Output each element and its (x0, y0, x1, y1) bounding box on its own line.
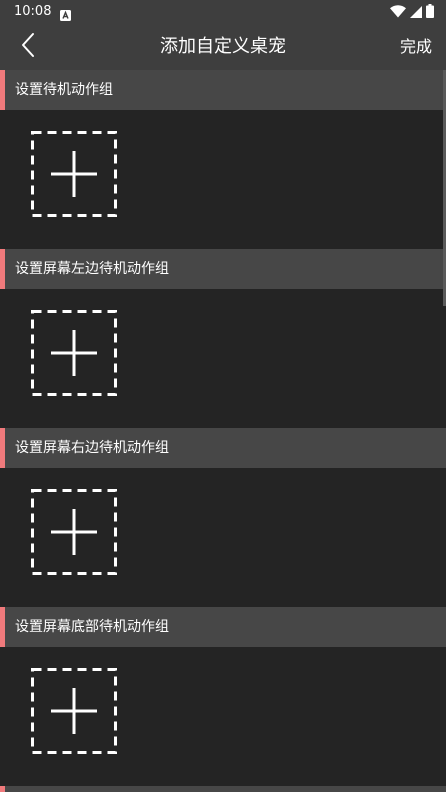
plus-icon (31, 131, 117, 217)
section-header: 设置待机动作组 (0, 70, 446, 110)
notification-a-icon (60, 6, 71, 21)
wifi-icon (390, 3, 406, 22)
section-accent-bar (0, 249, 5, 289)
section-body (0, 110, 446, 249)
section-accent-bar (0, 607, 5, 647)
screen-bottom-idle-section: 设置屏幕底部待机动作组 (0, 607, 446, 786)
section-body (0, 289, 446, 428)
content-scroll-area[interactable]: 设置待机动作组 设置屏幕左边待机动作组 设置屏幕右边待机动作组 设置屏幕底部待机… (0, 70, 446, 792)
signal-icon (410, 3, 422, 22)
app-bar: 添加自定义桌宠 完成 (0, 24, 446, 70)
section-header: 设置屏幕左边待机动作组 (0, 249, 446, 289)
section-header: 设置屏幕右边待机动作组 (0, 428, 446, 468)
screen-left-idle-section: 设置屏幕左边待机动作组 (0, 249, 446, 428)
add-action-button[interactable] (31, 489, 117, 575)
plus-icon (31, 668, 117, 754)
section-body (0, 468, 446, 607)
done-button[interactable]: 完成 (400, 37, 432, 57)
status-bar: 10:08 (0, 0, 446, 24)
plus-icon (31, 310, 117, 396)
add-action-button[interactable] (31, 310, 117, 396)
section-label: 设置屏幕左边待机动作组 (15, 261, 169, 277)
section-body (0, 647, 446, 786)
section-label: 设置待机动作组 (15, 82, 113, 98)
idle-action-section: 设置待机动作组 (0, 70, 446, 249)
battery-icon (426, 3, 434, 22)
section-label: 设置屏幕右边待机动作组 (15, 440, 169, 456)
section-header: 设置屏幕底部待机动作组 (0, 607, 446, 647)
screen-right-idle-section: 设置屏幕右边待机动作组 (0, 428, 446, 607)
section-accent-bar (0, 70, 5, 110)
plus-icon (31, 489, 117, 575)
section-label: 设置屏幕底部待机动作组 (15, 619, 169, 635)
add-action-button[interactable] (31, 131, 117, 217)
status-time: 10:08 (14, 4, 52, 19)
add-action-button[interactable] (31, 668, 117, 754)
section-accent-bar (0, 428, 5, 468)
page-title: 添加自定义桌宠 (160, 36, 286, 57)
section-accent-bar (0, 786, 5, 792)
status-icons (390, 3, 434, 22)
next-section-header-partial (0, 786, 446, 792)
